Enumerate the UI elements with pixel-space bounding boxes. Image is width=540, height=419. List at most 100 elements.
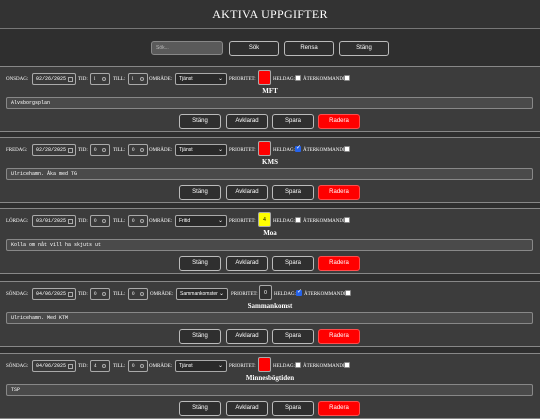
app-header: AKTIVA UPPGIFTER [0,0,540,29]
allday-checkbox[interactable] [295,75,301,81]
priority-picker[interactable]: 0 [259,285,272,300]
area-select[interactable]: Fritid ⌄ [175,215,227,227]
allday-checkbox[interactable] [295,217,301,223]
calendar-icon[interactable] [68,292,73,297]
task-title: Minnesbögtiden [245,374,295,382]
date-value: 04/06/2025 [36,291,67,297]
area-label: OMRÅDE: [149,364,173,369]
start-time-input[interactable]: 0 [90,144,110,156]
done-button[interactable]: Avklarad [226,185,268,200]
date-input[interactable]: 04/06/2025 [32,360,76,372]
chevron-down-icon: ⌄ [217,76,223,82]
date-input[interactable]: 02/26/2025 [32,73,76,85]
calendar-icon[interactable] [68,364,73,369]
delete-button[interactable]: Radera [318,185,360,200]
allday-label: HELDAG: [274,292,296,297]
delete-button[interactable]: Radera [318,256,360,271]
save-button[interactable]: Spara [272,114,314,129]
end-time-input[interactable]: 0 [128,144,148,156]
clock-icon [140,148,144,152]
note-field[interactable]: Alvsborgsplan [6,97,533,109]
search-input[interactable]: Sök... [151,41,223,55]
save-button[interactable]: Spara [272,256,314,271]
start-time-input[interactable]: 0 [90,215,110,227]
allday-checkbox[interactable] [296,288,302,296]
calendar-icon[interactable] [68,77,73,82]
recurring-checkbox[interactable] [344,75,350,81]
area-label: OMRÅDE: [149,77,173,82]
date-input[interactable]: 02/28/2025 [32,144,76,156]
save-button[interactable]: Spara [272,329,314,344]
start-time-input[interactable]: 4 [90,360,110,372]
allday-label: HELDAG: [273,364,295,369]
priority-label: PRIORITET: [229,148,256,153]
recurring-checkbox[interactable] [344,217,350,223]
close-all-button[interactable]: Stäng [339,41,389,56]
allday-label: HELDAG: [273,148,295,153]
clock-icon [102,148,106,152]
start-time-value: 0 [94,219,97,224]
chevron-down-icon: ⌄ [218,291,224,297]
area-select[interactable]: Tjänst ⌄ [175,73,227,85]
done-button[interactable]: Avklarad [226,256,268,271]
done-button[interactable]: Avklarad [226,401,268,416]
area-value: Tjänst [179,363,193,369]
end-time-value: 0 [132,148,135,153]
close-button[interactable]: Stäng [179,329,221,344]
delete-button[interactable]: Radera [318,114,360,129]
chevron-down-icon: ⌄ [217,363,223,369]
end-time-input[interactable]: 0 [128,215,148,227]
area-label: OMRÅDE: [149,219,173,224]
search-button[interactable]: Sök [229,41,279,56]
area-value: Tjänst [179,76,193,82]
date-input[interactable]: 04/06/2025 [32,288,76,300]
area-select[interactable]: Sammankomster ⌄ [176,288,228,300]
close-button[interactable]: Stäng [179,256,221,271]
day-label: LÖRDAG: [6,219,29,224]
allday-checkbox[interactable] [295,362,301,368]
area-select[interactable]: Tjänst ⌄ [175,360,227,372]
note-field[interactable]: Ulricehamn. Åka med TG [6,168,533,180]
start-time-value: l [94,77,96,82]
recurring-checkbox[interactable] [344,362,350,368]
toolbar: Sök... Sök Rensa Stäng [0,33,540,61]
priority-label: PRIORITET: [229,219,256,224]
priority-label: PRIORITET: [229,364,256,369]
note-field[interactable]: Ulricehamn. Med KTM [6,312,533,324]
priority-label: PRIORITET: [229,77,256,82]
end-time-input[interactable]: 0 [128,288,148,300]
until-label: TILL: [113,219,126,224]
day-label: SÖNDAG: [6,364,29,369]
end-time-input[interactable]: 0 [128,360,148,372]
priority-picker[interactable] [258,357,271,372]
start-time-input[interactable]: l [90,73,110,85]
priority-picker[interactable] [258,141,271,156]
close-button[interactable]: Stäng [179,185,221,200]
done-button[interactable]: Avklarad [226,329,268,344]
save-button[interactable]: Spara [272,185,314,200]
day-label: FREDAG: [6,148,28,153]
end-time-input[interactable]: l [128,73,148,85]
note-field[interactable]: Kolla om nåt vill ha skjuts ut [6,239,533,251]
recurring-checkbox[interactable] [344,146,350,152]
priority-picker[interactable]: 4 [258,212,271,227]
date-input[interactable]: 03/01/2025 [32,215,76,227]
done-button[interactable]: Avklarad [226,114,268,129]
area-select[interactable]: Tjänst ⌄ [175,144,227,156]
end-time-value: 0 [132,292,135,297]
calendar-icon[interactable] [68,219,73,224]
close-button[interactable]: Stäng [179,401,221,416]
clock-icon [102,292,106,296]
close-button[interactable]: Stäng [179,114,221,129]
save-button[interactable]: Spara [272,401,314,416]
priority-picker[interactable] [258,70,271,85]
delete-button[interactable]: Radera [318,329,360,344]
reset-button[interactable]: Rensa [284,41,334,56]
start-time-input[interactable]: 0 [90,288,110,300]
date-value: 02/26/2025 [36,76,67,82]
note-field[interactable]: TSP [6,384,533,396]
recurring-checkbox[interactable] [345,290,351,296]
calendar-icon[interactable] [68,148,73,153]
allday-checkbox[interactable] [295,144,301,152]
delete-button[interactable]: Radera [318,401,360,416]
